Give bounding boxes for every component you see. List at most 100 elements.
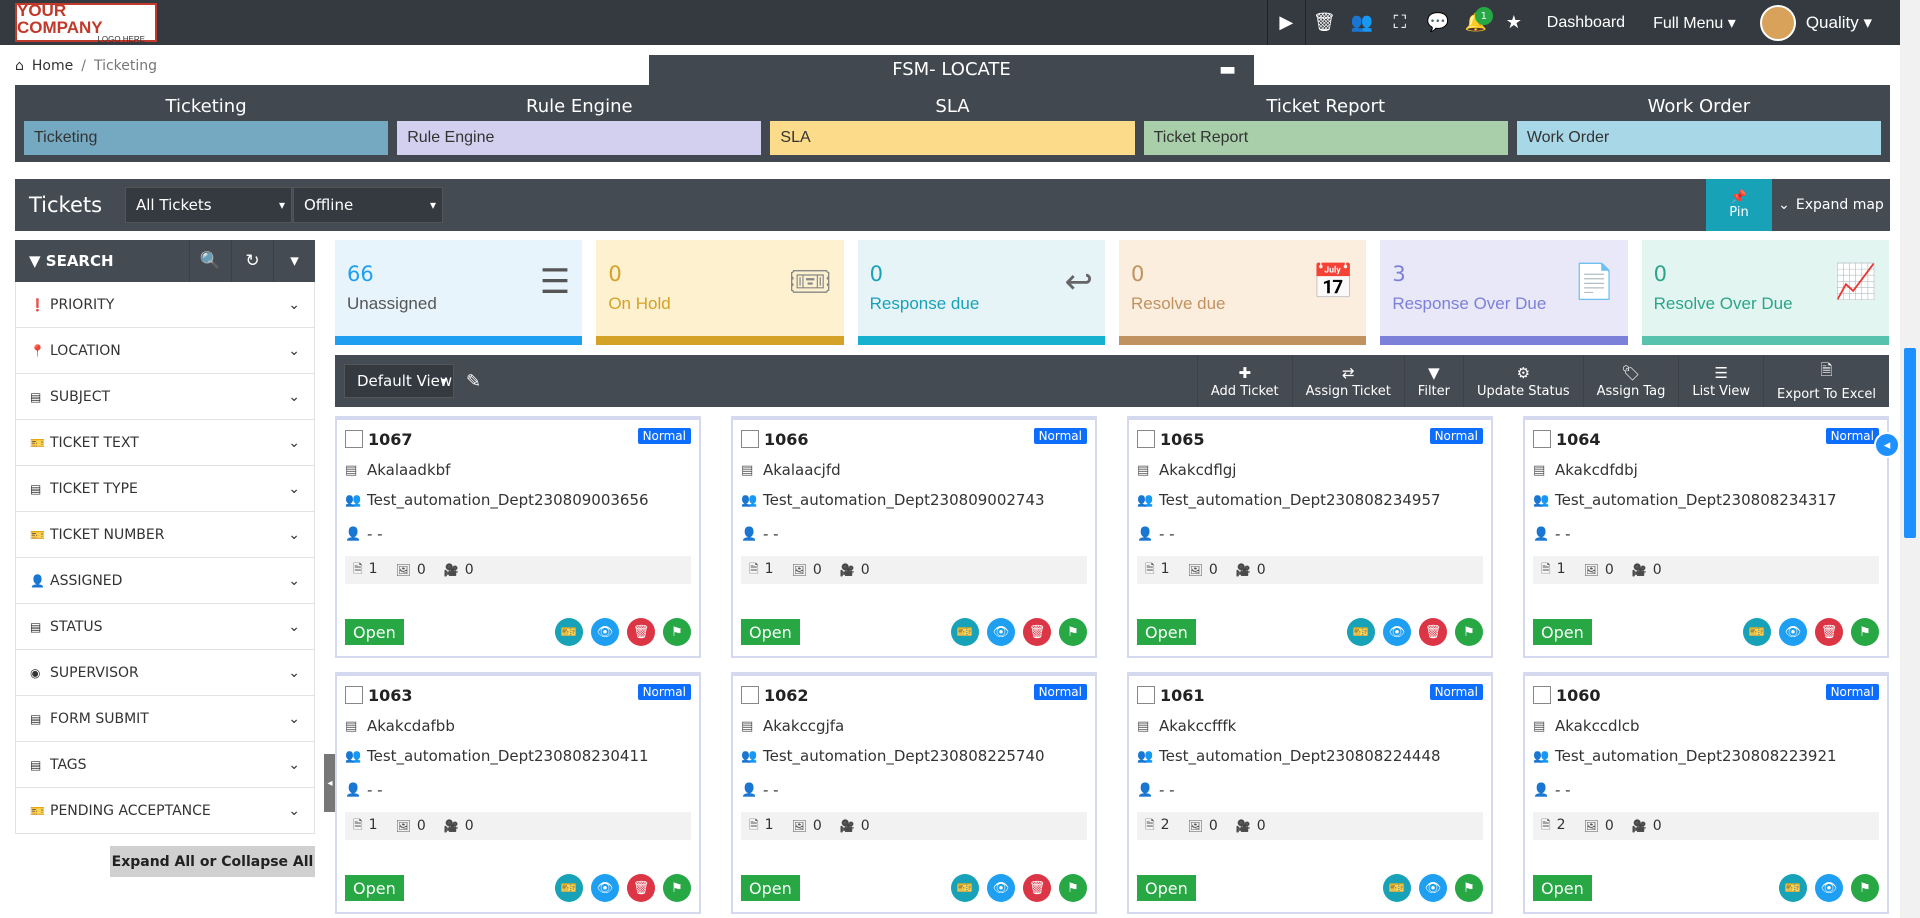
- ticket-card[interactable]: 1066 Normal ▤ Akalaacjfd 👥 Test_automation…: [731, 416, 1097, 658]
- stat-card-resolve-over-due[interactable]: 0 Resolve Over Due 📈: [1641, 240, 1889, 345]
- search-icon[interactable]: 🔍: [189, 240, 231, 282]
- stat-card-response-over-due[interactable]: 3 Response Over Due 📄: [1380, 240, 1628, 345]
- flag-icon[interactable]: ⚑: [1851, 874, 1879, 902]
- assign-tag-button[interactable]: 🏷 Assign Tag: [1582, 355, 1679, 407]
- ticket-card[interactable]: 1062 Normal ▤ Akakccgjfa 👥 Test_automation…: [731, 672, 1097, 914]
- dashboard-link[interactable]: Dashboard: [1533, 14, 1639, 32]
- team-icon[interactable]: 👥: [1343, 0, 1381, 45]
- ticket-icon[interactable]: 🎫: [1383, 874, 1411, 902]
- delete-icon[interactable]: 🗑: [1023, 874, 1051, 902]
- eye-icon[interactable]: 👁: [591, 618, 619, 646]
- filter-item-ticket-text[interactable]: 🎫 TICKET TEXT ⌄: [15, 420, 315, 466]
- ticket-icon[interactable]: 🎫: [1743, 618, 1771, 646]
- ticket-checkbox[interactable]: [741, 686, 759, 704]
- filter-item-status[interactable]: ▤ STATUS ⌄: [15, 604, 315, 650]
- ticket-scope-select[interactable]: All Tickets: [125, 187, 292, 223]
- filter-item-location[interactable]: 📍 LOCATION ⌄: [15, 328, 315, 374]
- ticket-checkbox[interactable]: [1533, 430, 1551, 448]
- ticket-card[interactable]: 1065 Normal ▤ Akakcdflgj 👥 Test_automation…: [1127, 416, 1493, 658]
- ticket-card[interactable]: 1060 Normal ▤ Akakccdlcb 👥 Test_automation…: [1523, 672, 1889, 914]
- delete-icon[interactable]: 🗑: [627, 618, 655, 646]
- eye-icon[interactable]: 👁: [1779, 618, 1807, 646]
- default-view-select[interactable]: Default View: [344, 364, 454, 398]
- ticket-card[interactable]: 1063 Normal ▤ Akakcdafbb 👥 Test_automation…: [335, 672, 701, 914]
- arrow-left-circle-icon[interactable]: ◂: [1874, 432, 1900, 458]
- trash-icon[interactable]: 🗑: [1304, 0, 1343, 45]
- ticket-icon[interactable]: 🎫: [555, 618, 583, 646]
- flag-icon[interactable]: ⚑: [1059, 618, 1087, 646]
- flag-icon[interactable]: ⚑: [663, 618, 691, 646]
- filter-item-supervisor[interactable]: ◉ SUPERVISOR ⌄: [15, 650, 315, 696]
- bell-icon[interactable]: 🔔 1: [1457, 0, 1495, 45]
- ticket-icon[interactable]: 🎫: [555, 874, 583, 902]
- refresh-icon[interactable]: ↻: [231, 240, 273, 282]
- star-icon[interactable]: ★: [1495, 0, 1533, 45]
- filter-item-assigned[interactable]: 👤 ASSIGNED ⌄: [15, 558, 315, 604]
- flag-icon[interactable]: ⚑: [1455, 874, 1483, 902]
- breadcrumb-home[interactable]: Home: [32, 58, 73, 74]
- eye-icon[interactable]: 👁: [1383, 618, 1411, 646]
- ticket-card[interactable]: 1067 Normal ▤ Akalaadkbf 👥 Test_automation…: [335, 416, 701, 658]
- filter-item-ticket-type[interactable]: ▤ TICKET TYPE ⌄: [15, 466, 315, 512]
- module-button-ticket-report[interactable]: Ticket Report: [1143, 121, 1508, 155]
- eye-icon[interactable]: 👁: [987, 618, 1015, 646]
- scrollbar-thumb[interactable]: [1904, 348, 1916, 538]
- filter-item-subject[interactable]: ▤ SUBJECT ⌄: [15, 374, 315, 420]
- online-status-select[interactable]: Offline: [293, 187, 443, 223]
- list-view-button[interactable]: ☰ List View: [1678, 355, 1763, 407]
- avatar[interactable]: [1759, 4, 1796, 41]
- stat-card-resolve-due[interactable]: 0 Resolve due 📅: [1118, 240, 1367, 345]
- eye-icon[interactable]: 👁: [987, 874, 1015, 902]
- add-ticket-button[interactable]: ✚ Add Ticket: [1196, 355, 1292, 407]
- filter-item-priority[interactable]: ❗ PRIORITY ⌄: [15, 282, 315, 328]
- filter-item-ticket-number[interactable]: 🎫 TICKET NUMBER ⌄: [15, 512, 315, 558]
- ticket-card[interactable]: 1064 Normal ▤ Akakcdfdbj 👥 Test_automation…: [1523, 416, 1889, 658]
- stat-card-response-due[interactable]: 0 Response due ↩: [857, 240, 1105, 345]
- user-menu[interactable]: Quality ▾: [1796, 13, 1900, 33]
- full-menu-dropdown[interactable]: Full Menu ▾: [1639, 13, 1750, 33]
- flag-icon[interactable]: ⚑: [1851, 618, 1879, 646]
- company-logo[interactable]: YOUR COMPANY LOGO HERE: [15, 2, 157, 43]
- edit-icon[interactable]: ✎: [466, 371, 481, 392]
- ticket-checkbox[interactable]: [1137, 430, 1155, 448]
- ticket-icon[interactable]: 🎫: [1779, 874, 1807, 902]
- update-status-button[interactable]: ⚙ Update Status: [1463, 355, 1583, 407]
- module-button-sla[interactable]: SLA: [770, 121, 1135, 155]
- flag-icon[interactable]: ⚑: [1455, 618, 1483, 646]
- assign-ticket-button[interactable]: ⇄ Assign Ticket: [1291, 355, 1404, 407]
- stat-card-unassigned[interactable]: 66 Unassigned ☰: [335, 240, 583, 345]
- delete-icon[interactable]: 🗑: [1815, 618, 1843, 646]
- chat-icon[interactable]: 💬: [1419, 0, 1457, 45]
- module-button-ticketing[interactable]: Ticketing: [24, 121, 389, 155]
- expand-collapse-all-button[interactable]: Expand All or Collapse All: [110, 846, 315, 877]
- export-to-excel-button[interactable]: 🗎 Export To Excel: [1763, 355, 1889, 407]
- eye-icon[interactable]: 👁: [1419, 874, 1447, 902]
- play-icon[interactable]: ▶: [1266, 0, 1305, 45]
- expand-map-button[interactable]: ⌄ Expand map: [1772, 179, 1890, 231]
- ticket-icon[interactable]: 🎫: [1347, 618, 1375, 646]
- minimize-icon[interactable]: ▬: [1219, 55, 1236, 85]
- home-icon[interactable]: ⌂: [15, 58, 24, 74]
- chevron-down-icon[interactable]: ▾: [273, 240, 315, 282]
- eye-icon[interactable]: 👁: [1815, 874, 1843, 902]
- filter-item-form-submit[interactable]: ▤ FORM SUBMIT ⌄: [15, 696, 315, 742]
- delete-icon[interactable]: 🗑: [1419, 618, 1447, 646]
- ticket-checkbox[interactable]: [1137, 686, 1155, 704]
- stat-card-on-hold[interactable]: 0 On Hold 🎟: [596, 240, 844, 345]
- module-button-work-order[interactable]: Work Order: [1516, 121, 1882, 155]
- flag-icon[interactable]: ⚑: [663, 874, 691, 902]
- flag-icon[interactable]: ⚑: [1059, 874, 1087, 902]
- ticket-card[interactable]: 1061 Normal ▤ Akakccfffk 👥 Test_automation…: [1127, 672, 1493, 914]
- delete-icon[interactable]: 🗑: [627, 874, 655, 902]
- ticket-checkbox[interactable]: [741, 430, 759, 448]
- ticket-checkbox[interactable]: [1533, 686, 1551, 704]
- fullscreen-icon[interactable]: ⛶: [1381, 0, 1419, 45]
- eye-icon[interactable]: 👁: [591, 874, 619, 902]
- filter-item-tags[interactable]: ▤ TAGS ⌄: [15, 742, 315, 788]
- delete-icon[interactable]: 🗑: [1023, 618, 1051, 646]
- page-scrollbar[interactable]: [1900, 0, 1920, 918]
- ticket-icon[interactable]: 🎫: [951, 874, 979, 902]
- ticket-checkbox[interactable]: [345, 686, 363, 704]
- filter-item-pending-acceptance[interactable]: 🎫 PENDING ACCEPTANCE ⌄: [15, 788, 315, 834]
- ticket-checkbox[interactable]: [345, 430, 363, 448]
